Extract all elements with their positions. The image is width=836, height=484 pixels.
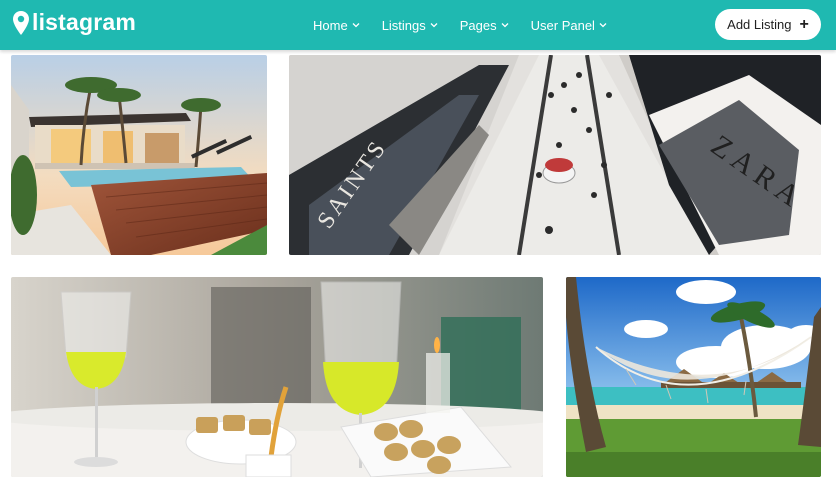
chevron-down-icon <box>352 23 360 28</box>
chevron-down-icon <box>501 23 509 28</box>
add-listing-button[interactable]: Add Listing + <box>715 9 821 40</box>
gallery-image-restaurant[interactable] <box>11 277 543 477</box>
nav-item-user-panel[interactable]: User Panel <box>531 18 607 33</box>
nav-item-listings[interactable]: Listings <box>382 18 438 33</box>
brand-logo[interactable]: listagram <box>12 9 136 36</box>
brand-name: listagram <box>32 9 137 35</box>
gallery-image-beach[interactable] <box>566 277 821 477</box>
gallery-image-villa[interactable] <box>11 55 267 255</box>
nav-item-pages[interactable]: Pages <box>460 18 509 33</box>
main-nav: Home Listings Pages User Panel <box>313 0 629 50</box>
top-navbar: listagram Home Listings Pages User Panel… <box>0 0 836 50</box>
chevron-down-icon <box>599 23 607 28</box>
villa-photo <box>11 55 267 255</box>
nav-label: User Panel <box>530 17 595 33</box>
nav-label: Home <box>313 17 348 33</box>
add-listing-label: Add Listing <box>727 17 792 32</box>
gallery-image-mall[interactable]: SAINTS ZARA <box>289 55 821 255</box>
mall-photo: SAINTS ZARA <box>289 55 821 255</box>
nav-label: Pages <box>459 17 497 33</box>
beach-photo <box>566 277 821 477</box>
chevron-down-icon <box>430 23 438 28</box>
map-pin-icon <box>13 10 29 35</box>
nav-item-home[interactable]: Home <box>313 18 360 33</box>
restaurant-photo <box>11 277 543 477</box>
plus-icon: + <box>799 15 809 33</box>
nav-label: Listings <box>381 17 426 33</box>
